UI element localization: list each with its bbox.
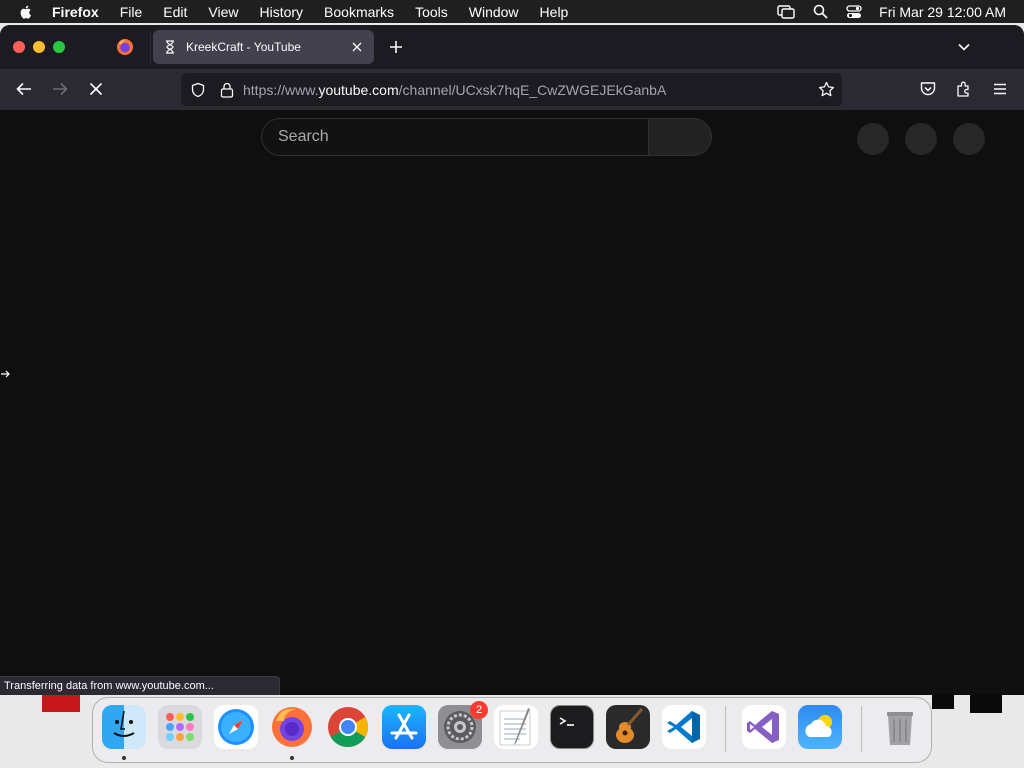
chrome-icon[interactable]	[326, 705, 370, 749]
firefox-icon[interactable]	[270, 705, 314, 749]
trash-icon[interactable]	[878, 705, 922, 749]
menubar-clock[interactable]: Fri Mar 29 12:00 AM	[879, 4, 1006, 20]
back-button[interactable]	[15, 80, 33, 98]
textedit-icon[interactable]	[494, 705, 538, 749]
lock-icon[interactable]	[220, 82, 234, 98]
minimize-window-button[interactable]	[33, 41, 45, 53]
running-indicator	[290, 756, 294, 760]
url-domain: youtube.com	[318, 81, 399, 98]
hourglass-loading-icon	[166, 40, 174, 54]
forward-button[interactable]	[51, 80, 69, 98]
url-path: /channel/UCxsk7hqE_CwZWGEJEkGanbA	[398, 81, 667, 98]
menu-view[interactable]: View	[208, 4, 238, 20]
menu-help[interactable]: Help	[540, 4, 569, 20]
apple-menu-icon[interactable]	[18, 4, 34, 20]
app-store-icon[interactable]	[382, 705, 426, 749]
background-window-sliver	[970, 695, 1002, 713]
stop-loading-button[interactable]	[87, 80, 105, 98]
tab-title: KreekCraft - YouTube	[186, 40, 301, 54]
url-text: https://www.youtube.com/channel/UCxsk7hq…	[243, 82, 666, 98]
avatar-placeholder[interactable]	[953, 123, 985, 155]
menu-window[interactable]: Window	[469, 4, 519, 20]
list-all-tabs-chevron-icon[interactable]	[957, 40, 971, 54]
close-tab-icon[interactable]	[350, 40, 364, 54]
screen-mirroring-icon[interactable]	[777, 3, 795, 21]
menu-edit[interactable]: Edit	[163, 4, 187, 20]
resize-cursor-icon	[1, 370, 10, 378]
bookmark-star-icon[interactable]	[818, 81, 835, 98]
firefox-window: KreekCraft - YouTube https://www.youtube…	[0, 25, 1024, 695]
notification-badge: 2	[470, 701, 488, 719]
notifications-button-placeholder[interactable]	[905, 123, 937, 155]
search-placeholder: Search	[278, 128, 329, 145]
control-center-icon[interactable]	[845, 3, 863, 21]
visual-studio-icon[interactable]	[742, 705, 786, 749]
running-indicator	[122, 756, 126, 760]
tracking-protection-shield-icon[interactable]	[190, 82, 206, 98]
terminal-icon[interactable]	[550, 705, 594, 749]
launchpad-icon[interactable]	[158, 705, 202, 749]
tab-active[interactable]: KreekCraft - YouTube	[153, 30, 374, 64]
garageband-icon[interactable]	[606, 705, 650, 749]
vscode-icon[interactable]	[662, 705, 706, 749]
menu-history[interactable]: History	[259, 4, 303, 20]
new-tab-button[interactable]	[388, 39, 404, 55]
background-window-sliver	[42, 695, 80, 712]
dock: 2	[92, 697, 932, 763]
close-window-button[interactable]	[13, 41, 25, 53]
menu-file[interactable]: File	[120, 4, 143, 20]
status-bar: Transferring data from www.youtube.com..…	[0, 676, 280, 695]
extensions-puzzle-icon[interactable]	[955, 80, 973, 98]
background-window-sliver	[932, 695, 954, 709]
finder-icon[interactable]	[102, 705, 146, 749]
tab-separator	[150, 31, 151, 63]
spotlight-search-icon[interactable]	[811, 3, 829, 21]
zoom-window-button[interactable]	[53, 41, 65, 53]
url-bar[interactable]: https://www.youtube.com/channel/UCxsk7hq…	[181, 73, 842, 106]
tab-bar: KreekCraft - YouTube	[0, 25, 1024, 69]
dock-separator	[725, 706, 726, 752]
page-content: Search	[0, 110, 1024, 695]
navigation-toolbar: https://www.youtube.com/channel/UCxsk7hq…	[0, 69, 1024, 110]
macos-menu-bar: Firefox File Edit View History Bookmarks…	[0, 0, 1024, 23]
url-prefix: https://www.	[243, 81, 319, 98]
firefox-pinned-tab-icon[interactable]	[116, 38, 134, 56]
dock-separator	[861, 706, 862, 752]
menu-tools[interactable]: Tools	[415, 4, 448, 20]
weather-icon[interactable]	[798, 705, 842, 749]
youtube-search-button[interactable]	[648, 118, 712, 156]
menu-app-name[interactable]: Firefox	[52, 4, 99, 20]
create-button-placeholder[interactable]	[857, 123, 889, 155]
youtube-search-input[interactable]: Search	[261, 118, 648, 156]
pocket-icon[interactable]	[919, 80, 937, 98]
system-settings-icon[interactable]: 2	[438, 701, 488, 749]
safari-icon[interactable]	[214, 705, 258, 749]
hamburger-menu-icon[interactable]	[991, 80, 1009, 98]
menu-bookmarks[interactable]: Bookmarks	[324, 4, 394, 20]
